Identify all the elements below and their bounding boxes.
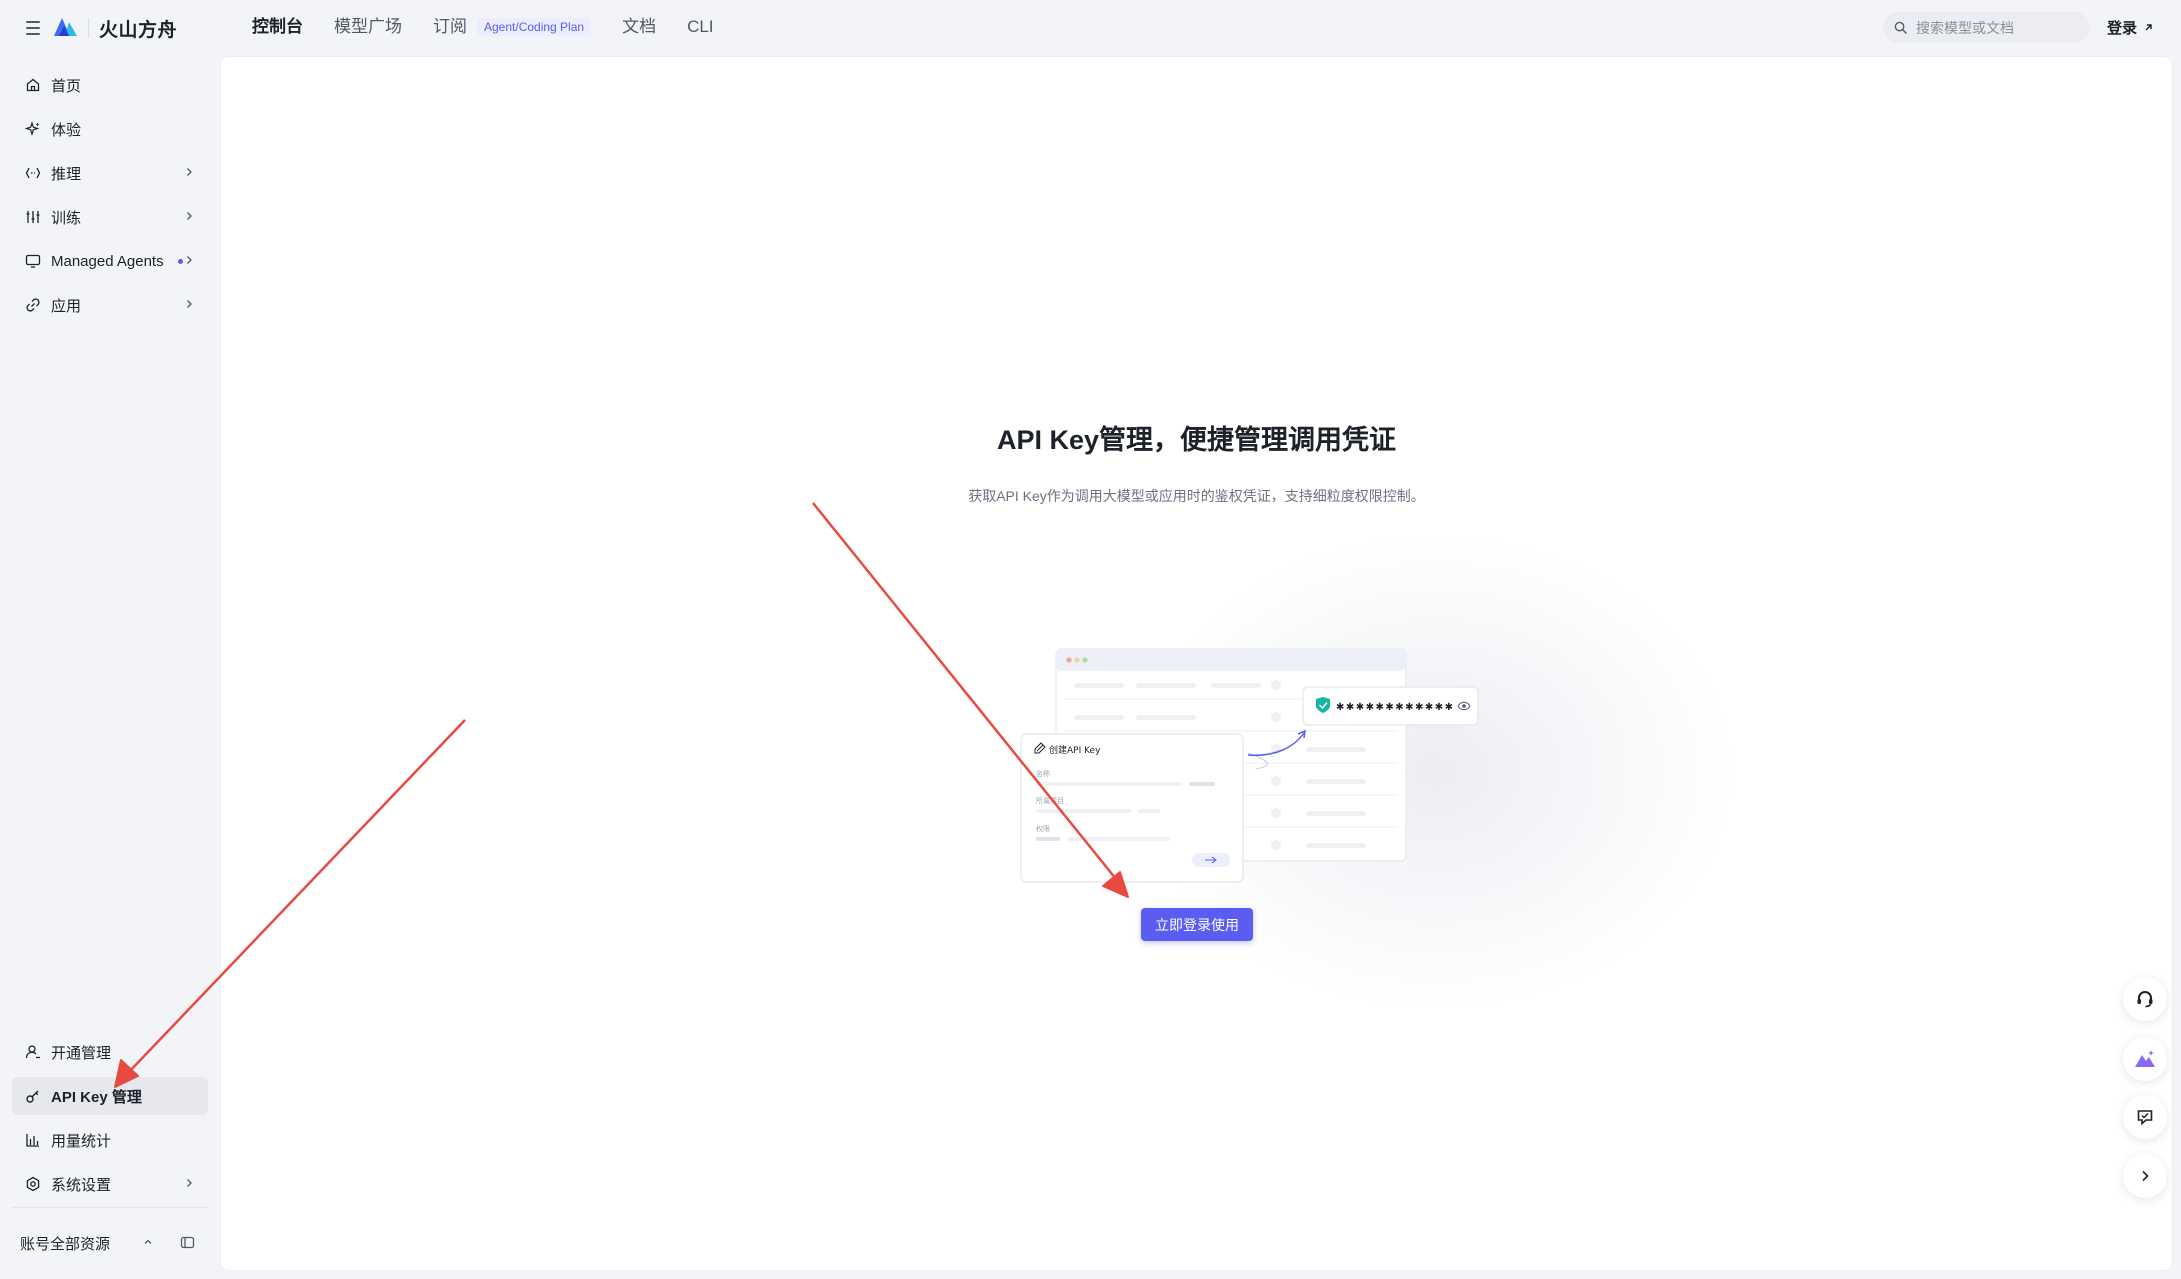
menu-icon[interactable] [22,17,44,39]
nav-docs[interactable]: 文档 [622,14,656,40]
new-indicator-dot [177,258,183,264]
sidebar-item-activation[interactable]: 开通管理 [12,1033,208,1071]
key-icon [26,1090,39,1103]
sidebar-item-label: 开通管理 [51,1044,112,1062]
chevron-right-icon [187,256,192,264]
ai-assistant-button[interactable] [2123,1037,2167,1081]
sidebar-item-label: 系统设置 [51,1176,112,1194]
ai-mountain-icon [2135,1050,2155,1067]
nav-subscription-label: 订阅 [433,17,467,36]
api-key-illustration: ✱✱✱✱✱✱✱✱✱✱✱✱ 创建API Key 名称 所属项目 权限 [1020,648,1479,883]
login-label: 登录 [2107,20,2138,37]
sidebar-item-settings[interactable]: 系统设置 [12,1165,208,1203]
page-title: API Key管理，便捷管理调用凭证 [996,425,1397,455]
sidebar-item-training[interactable]: 训练 [12,198,208,236]
code-icon [25,167,41,179]
main-panel: API Key管理，便捷管理调用凭证 获取API Key作为调用大模型或应用时的… [221,57,2172,1270]
top-nav: 控制台 模型广场 订阅 Agent/Coding Plan 文档 CLI [252,14,745,40]
login-link[interactable]: 登录 [2107,17,2153,38]
illustration-field-permission: 权限 [1036,824,1050,833]
logo-divider [88,18,89,38]
nav-console[interactable]: 控制台 [252,14,303,40]
account-resource-label: 账号全部资源 [20,1235,111,1253]
login-cta-button[interactable]: 立即登录使用 [1141,908,1253,941]
sidebar-item-label: 首页 [51,77,82,95]
sidebar-item-label: 用量统计 [51,1132,112,1150]
search-icon [1894,21,1907,34]
chevron-right-icon [187,300,192,308]
sidebar-item-label: 应用 [51,297,82,315]
expand-panel-button[interactable] [2123,1154,2167,1198]
sidebar-item-usage[interactable]: 用量统计 [12,1121,208,1159]
sliders-icon [26,211,40,223]
chevron-right-icon [187,212,192,220]
sidebar-item-home[interactable]: 首页 [12,66,208,104]
top-bar: 火山方舟 控制台 模型广场 订阅 Agent/Coding Plan 文档 CL… [0,0,2181,56]
search-placeholder: 搜索模型或文档 [1916,19,2014,36]
sidebar-item-apps[interactable]: 应用 [12,286,208,324]
page-subtitle: 获取API Key作为调用大模型或应用时的鉴权凭证，支持细粒度权限控制。 [968,488,1425,504]
nav-subscription[interactable]: 订阅 Agent/Coding Plan [433,14,622,40]
home-icon [26,78,40,92]
sidebar-item-inference[interactable]: 推理 [12,154,208,192]
link-icon [26,298,40,312]
brand-name[interactable]: 火山方舟 [99,15,177,42]
search-input[interactable]: 搜索模型或文档 [1883,12,2090,43]
logo-icon[interactable] [53,16,78,38]
monitor-icon [25,254,41,268]
masked-api-key: ✱✱✱✱✱✱✱✱✱✱✱✱ [1336,702,1455,713]
sidebar-item-managed-agents[interactable]: Managed Agents [12,242,208,280]
feedback-button[interactable] [2123,1095,2167,1139]
sidebar-divider [12,1207,208,1208]
external-arrow-icon [2145,24,2152,31]
sidebar-item-label: API Key 管理 [51,1088,142,1106]
sidebar-item-api-key[interactable]: API Key 管理 [12,1077,208,1115]
illustration-create-label: 创建API Key [1049,744,1101,756]
illustration-field-name: 名称 [1036,769,1050,778]
sidebar: 首页 体验 推理 训练 Managed Agents 应用 开通管理 API K… [0,56,220,1279]
bar-chart-icon [26,1134,39,1147]
chevron-right-icon [187,1179,192,1187]
chevron-up-icon[interactable] [143,1237,153,1247]
user-icon [25,1045,40,1059]
subscription-badge: Agent/Coding Plan [477,18,592,36]
chevron-right-icon [2142,1170,2149,1182]
sidebar-item-label: 推理 [51,165,82,183]
sidebar-item-experience[interactable]: 体验 [12,110,208,148]
account-resource-switcher[interactable]: 账号全部资源 [20,1228,200,1258]
sidebar-item-label: 体验 [51,121,82,139]
nav-model-square[interactable]: 模型广场 [334,14,402,40]
headset-icon [2137,991,2153,1008]
chat-feedback-icon [2137,1110,2153,1126]
chevron-right-icon [187,168,192,176]
sidebar-item-label: Managed Agents [51,252,164,270]
customer-support-button[interactable] [2123,977,2167,1021]
sidebar-item-label: 训练 [51,209,82,227]
settings-icon [26,1176,40,1192]
nav-cli[interactable]: CLI [687,14,713,40]
illustration-field-project: 所属项目 [1036,796,1064,805]
sparkle-icon [25,121,40,137]
collapse-sidebar-icon[interactable] [180,1235,195,1250]
